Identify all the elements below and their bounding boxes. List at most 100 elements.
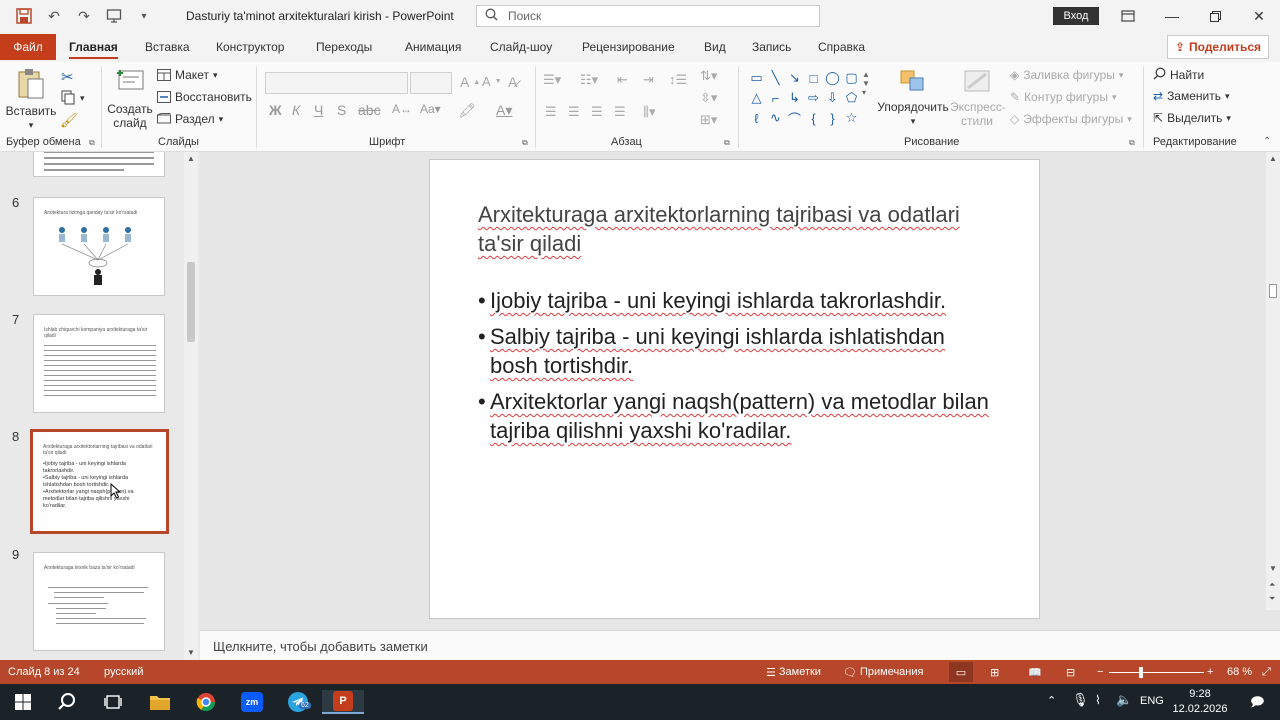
tab-home[interactable]: Главная: [69, 40, 118, 59]
microphone-icon[interactable]: 🎙: [1072, 692, 1089, 708]
zoom-app-icon[interactable]: zm: [237, 690, 267, 714]
layout-button[interactable]: Макет ▾: [157, 68, 218, 82]
slide-scrollbar[interactable]: ▲ ▼ ⏶ ⏷: [1266, 152, 1280, 610]
previous-slide-icon[interactable]: ⏶: [1269, 580, 1275, 590]
elbow-connector-shape-icon[interactable]: ⌐: [766, 88, 785, 108]
font-name-combo[interactable]: [265, 72, 408, 94]
slide-thumbnail-7[interactable]: Ishlab chiquvchi kompaniya arxitekturaga…: [33, 314, 165, 413]
tab-slideshow[interactable]: Слайд-шоу: [490, 40, 552, 54]
reset-button[interactable]: Восстановить: [157, 90, 252, 104]
ribbon-display-icon[interactable]: [1106, 0, 1150, 32]
scroll-up-icon[interactable]: ▲: [187, 154, 195, 163]
bold-button[interactable]: Ж: [269, 102, 282, 118]
tab-review[interactable]: Рецензирование: [582, 40, 675, 54]
tab-design[interactable]: Конструктор: [216, 40, 284, 54]
right-brace-shape-icon[interactable]: }: [823, 108, 842, 128]
slide-body[interactable]: Ijobiy tajriba - uni keyingi ishlarda ta…: [478, 286, 998, 452]
scroll-up-icon[interactable]: ▲: [1269, 154, 1277, 163]
slide-thumbnail-8[interactable]: Arxitekturaga arxitektorlarning tajribas…: [30, 429, 169, 534]
font-launcher-icon[interactable]: ⧉: [522, 138, 528, 148]
chrome-icon[interactable]: [191, 690, 221, 714]
numbering-icon[interactable]: ☷▾: [580, 72, 598, 88]
customize-toolbar-icon[interactable]: ▾: [132, 5, 156, 27]
paragraph-launcher-icon[interactable]: ⧉: [724, 138, 730, 148]
columns-icon[interactable]: ⫼▾: [643, 104, 656, 120]
redo-icon[interactable]: ↷: [72, 5, 96, 27]
highlight-icon[interactable]: 🖍: [458, 102, 476, 119]
freeform-shape-icon[interactable]: ℓ: [747, 108, 766, 128]
align-left-icon[interactable]: ☰: [545, 104, 557, 120]
telegram-icon[interactable]: 62: [283, 690, 313, 714]
textbox-shape-icon[interactable]: ▭: [747, 68, 766, 88]
input-language[interactable]: ENG: [1140, 695, 1164, 707]
slide-thumbnail[interactable]: [33, 152, 165, 177]
rounded-rect-shape-icon[interactable]: ▢: [842, 68, 861, 88]
current-slide[interactable]: Arxitekturaga arxitektorlarning tajribas…: [429, 159, 1040, 619]
find-button[interactable]: Найти: [1153, 67, 1204, 83]
cut-icon[interactable]: ✂: [61, 68, 74, 86]
left-brace-shape-icon[interactable]: {: [804, 108, 823, 128]
tab-transitions[interactable]: Переходы: [316, 40, 372, 54]
line-shape-icon[interactable]: ╲: [766, 68, 785, 88]
slide-thumbnail-9[interactable]: Arxitekturaga texnik baza ta'sir ko'rsat…: [33, 552, 165, 651]
share-button[interactable]: ⇪ Поделиться: [1167, 35, 1269, 59]
powerpoint-icon[interactable]: P: [322, 690, 364, 714]
tab-animations[interactable]: Анимация: [405, 40, 461, 54]
task-view-icon[interactable]: [98, 690, 128, 714]
shapes-gallery[interactable]: ▭ ╲ ↘ □ ◯ ▢ △ ⌐ ↳ ⇨ ⇩ ⬠ ℓ ∿ ⌒ { } ☆: [747, 68, 869, 128]
replace-button[interactable]: ⇄ Заменить ▾: [1153, 89, 1230, 103]
scroll-down-icon[interactable]: ▼: [1269, 564, 1277, 573]
format-painter-icon[interactable]: 🖌: [60, 112, 78, 129]
notes-pane[interactable]: Щелкните, чтобы добавить заметки: [200, 630, 1280, 660]
elbow-arrow-shape-icon[interactable]: ↳: [785, 88, 804, 108]
strikethrough-icon[interactable]: abc: [358, 102, 381, 118]
reading-view-icon[interactable]: 📖: [1028, 666, 1042, 679]
curve-shape-icon[interactable]: ∿: [766, 108, 785, 128]
change-case-icon[interactable]: Aa▾: [420, 102, 441, 116]
slideshow-icon[interactable]: ⊟: [1066, 666, 1075, 679]
slide-sorter-icon[interactable]: ⊞: [990, 666, 999, 679]
clock[interactable]: 9:28 12.02.2026: [1170, 687, 1230, 717]
presentation-icon[interactable]: [102, 5, 126, 27]
down-arrow-shape-icon[interactable]: ⇩: [823, 88, 842, 108]
copy-icon[interactable]: ▾: [60, 90, 85, 106]
save-icon[interactable]: [12, 5, 36, 27]
tab-record[interactable]: Запись: [752, 40, 791, 54]
shrink-font-icon[interactable]: A ▼: [482, 74, 502, 89]
file-explorer-icon[interactable]: [145, 690, 175, 714]
quick-styles-button[interactable]: Экспресс-стили: [946, 68, 1008, 128]
select-button[interactable]: ⇱ Выделить ▾: [1153, 111, 1231, 125]
pentagon-shape-icon[interactable]: ⬠: [842, 88, 861, 108]
zoom-slider-handle[interactable]: [1139, 667, 1143, 678]
scrollbar-thumb[interactable]: [1269, 284, 1277, 298]
wifi-icon[interactable]: ⌇: [1095, 693, 1101, 707]
smartart-icon[interactable]: ⊞▾: [700, 112, 717, 128]
triangle-shape-icon[interactable]: △: [747, 88, 766, 108]
normal-view-icon[interactable]: ▭: [949, 662, 973, 682]
fit-to-window-icon[interactable]: ⤢: [1262, 666, 1271, 679]
arc-shape-icon[interactable]: ⌒: [785, 108, 804, 128]
thumbnails-scrollbar[interactable]: ▲ ▼: [184, 152, 198, 660]
slide-editor[interactable]: Arxitekturaga arxitektorlarning tajribas…: [200, 152, 1266, 630]
tab-view[interactable]: Вид: [704, 40, 726, 54]
shape-outline-button[interactable]: ✎ Контур фигуры ▾: [1010, 90, 1117, 104]
text-direction-icon[interactable]: ⇅▾: [700, 68, 717, 84]
underline-button[interactable]: Ч: [314, 102, 323, 118]
font-color-icon[interactable]: A▾: [496, 102, 512, 119]
clipboard-launcher-icon[interactable]: ⧉: [89, 138, 95, 148]
drawing-launcher-icon[interactable]: ⧉: [1129, 138, 1135, 148]
increase-indent-icon[interactable]: ⇥: [643, 72, 654, 88]
next-slide-icon[interactable]: ⏷: [1269, 594, 1275, 604]
char-spacing-icon[interactable]: A↔: [392, 102, 412, 116]
volume-icon[interactable]: 🔈: [1116, 692, 1132, 708]
windows-start-icon[interactable]: [8, 690, 38, 714]
right-arrow-shape-icon[interactable]: ⇨: [804, 88, 823, 108]
maximize-icon[interactable]: [1193, 0, 1237, 32]
align-center-icon[interactable]: ☰: [568, 104, 580, 120]
scroll-down-icon[interactable]: ▼: [187, 648, 195, 657]
scrollbar-thumb[interactable]: [187, 262, 195, 342]
minimize-icon[interactable]: —: [1150, 0, 1194, 32]
zoom-in-icon[interactable]: +: [1207, 666, 1213, 678]
grow-font-icon[interactable]: A ▲: [460, 74, 480, 90]
zoom-out-icon[interactable]: −: [1097, 666, 1103, 678]
